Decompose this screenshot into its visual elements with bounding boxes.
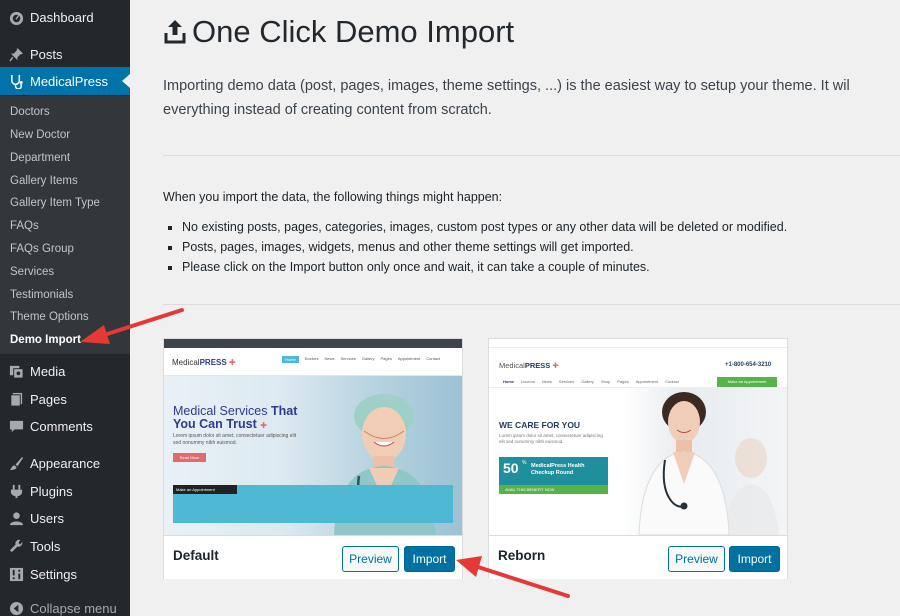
arrow-to-import-button	[456, 556, 570, 598]
annotation-arrows	[80, 308, 570, 598]
arrow-to-demo-import	[80, 308, 184, 344]
